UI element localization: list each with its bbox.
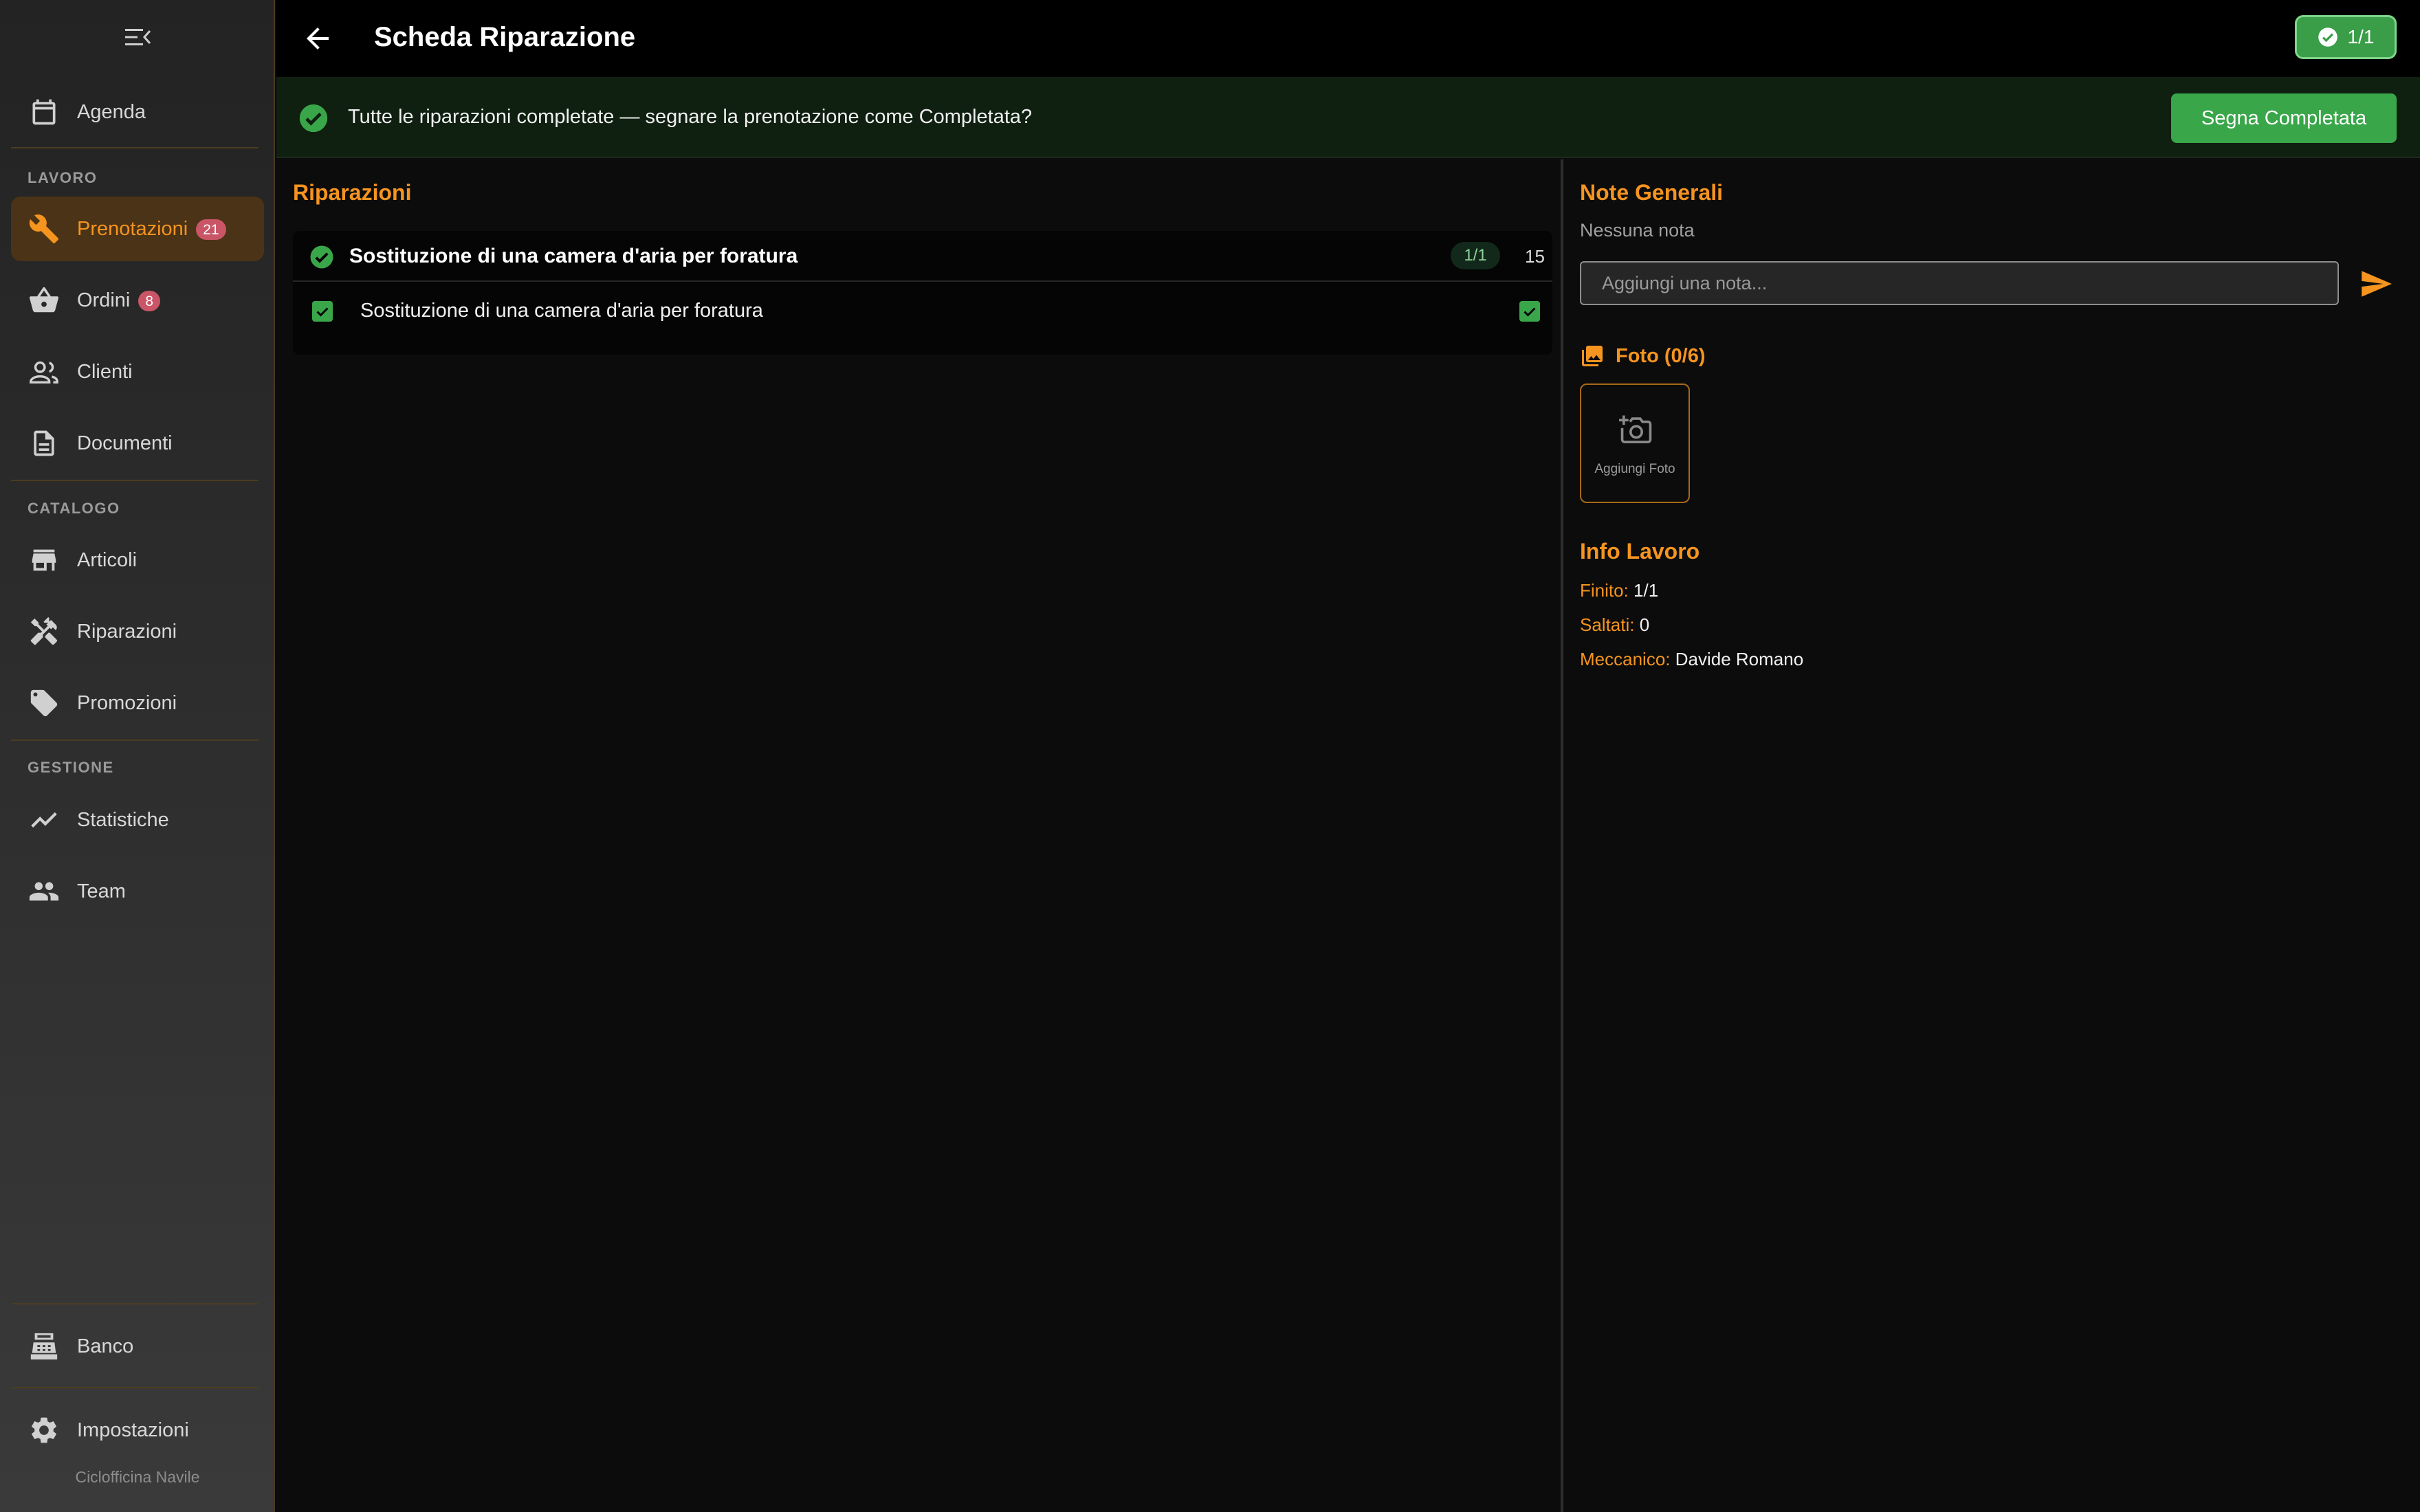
sidebar-item-riparazioni[interactable]: Riparazioni xyxy=(11,599,264,664)
info-label: Finito: xyxy=(1580,580,1629,601)
repair-group-card: Sostituzione di una camera d'aria per fo… xyxy=(293,231,1552,355)
check-circle-icon xyxy=(309,245,334,269)
sidebar-item-impostazioni[interactable]: Impostazioni xyxy=(11,1398,264,1463)
repair-group-name: Sostituzione di una camera d'aria per fo… xyxy=(349,245,798,267)
sidebar-item-label: Riparazioni xyxy=(77,620,177,643)
table-row: Sostituzione di una camera d'aria per fo… xyxy=(293,283,1552,340)
cash-register-icon xyxy=(26,1328,62,1364)
repair-item-checkbox[interactable] xyxy=(312,301,333,322)
note-input[interactable] xyxy=(1580,261,2339,305)
sidebar-divider xyxy=(11,1303,258,1304)
check-icon xyxy=(316,307,329,317)
status-chip[interactable]: 1/1 xyxy=(2295,15,2397,59)
document-icon xyxy=(26,425,62,461)
count-badge: 21 xyxy=(196,219,226,240)
info-label: Saltati: xyxy=(1580,614,1635,635)
info-finito: Finito: 1/1 xyxy=(1580,580,1658,601)
sidebar-item-agenda[interactable]: Agenda xyxy=(11,80,264,144)
sidebar-divider xyxy=(11,480,258,481)
info-label: Meccanico: xyxy=(1580,649,1671,669)
sidebar-item-label: Articoli xyxy=(77,548,138,571)
add-camera-icon xyxy=(1617,412,1656,447)
repairs-panel: Riparazioni Sostituzione di una camera d… xyxy=(276,159,1562,1512)
add-photo-button[interactable]: Aggiungi Foto xyxy=(1580,383,1690,503)
tag-icon xyxy=(26,685,62,721)
group-icon xyxy=(26,874,62,909)
sidebar-item-prenotazioni[interactable]: Prenotazioni 21 xyxy=(11,197,264,261)
repair-item-label: Sostituzione di una camera d'aria per fo… xyxy=(360,300,763,322)
sidebar-divider xyxy=(11,740,258,741)
arrow-left-icon[interactable] xyxy=(301,22,334,55)
sidebar-item-label: Prenotazioni xyxy=(77,217,188,240)
tools-icon xyxy=(26,614,62,649)
photo-library-icon xyxy=(1582,346,1603,366)
menu-collapse-icon[interactable] xyxy=(122,25,153,49)
sidebar-item-label: Clienti xyxy=(77,360,133,383)
sidebar-item-documenti[interactable]: Documenti xyxy=(11,411,264,476)
info-saltati: Saltati: 0 xyxy=(1580,614,1649,636)
sidebar-item-articoli[interactable]: Articoli xyxy=(11,528,264,592)
sidebar-item-label: Promozioni xyxy=(77,691,177,714)
repairs-heading: Riparazioni xyxy=(293,180,412,205)
repair-group-header[interactable]: Sostituzione di una camera d'aria per fo… xyxy=(293,231,1552,282)
repair-progress-pill: 1/1 xyxy=(1451,242,1500,269)
sidebar-divider xyxy=(11,1387,258,1388)
page-title: Scheda Riparazione xyxy=(374,22,636,52)
sidebar: Agenda LAVORO Prenotazioni21 Ordini8 C xyxy=(0,0,275,1512)
banner-message: Tutte le riparazioni completate — segnar… xyxy=(348,106,1033,128)
store-icon xyxy=(26,542,62,578)
send-icon[interactable] xyxy=(2358,267,2394,301)
section-title-gestione: GESTIONE xyxy=(28,759,114,776)
sidebar-item-label: Impostazioni xyxy=(77,1419,189,1441)
calendar-icon xyxy=(26,94,62,130)
sidebar-item-label: Documenti xyxy=(77,432,173,454)
check-icon xyxy=(1524,307,1536,317)
sidebar-item-label: Statistiche xyxy=(77,808,169,831)
status-chip-label: 1/1 xyxy=(2347,26,2375,47)
sidebar-item-ordini[interactable]: Ordini 8 xyxy=(11,268,264,333)
section-title-lavoro: LAVORO xyxy=(28,169,98,186)
info-value: 0 xyxy=(1639,614,1650,635)
info-meccanico: Meccanico: Davide Romano xyxy=(1580,649,1803,670)
notes-heading: Note Generali xyxy=(1580,180,1724,205)
sidebar-item-team[interactable]: Team xyxy=(11,859,264,924)
sidebar-item-statistiche[interactable]: Statistiche xyxy=(11,788,264,852)
sidebar-item-clienti[interactable]: Clienti xyxy=(11,340,264,404)
people-icon xyxy=(26,354,62,390)
info-heading: Info Lavoro xyxy=(1580,539,1700,564)
section-title-catalogo: CATALOGO xyxy=(28,500,120,517)
notes-empty-text: Nessuna nota xyxy=(1580,220,1695,241)
trending-up-icon xyxy=(26,802,62,838)
gear-icon xyxy=(26,1412,62,1448)
add-photo-label: Aggiungi Foto xyxy=(1594,462,1675,476)
sidebar-item-banco[interactable]: Banco xyxy=(11,1314,264,1379)
topbar: Scheda Riparazione 1/1 xyxy=(276,0,2420,77)
brand-name: Ciclofficina Navile xyxy=(75,1468,200,1486)
sidebar-item-label: Banco xyxy=(77,1335,134,1357)
wrench-icon xyxy=(26,211,62,247)
basket-icon xyxy=(26,282,62,318)
count-badge: 8 xyxy=(138,290,161,311)
sidebar-item-label: Ordini xyxy=(77,289,131,311)
photos-header: Foto (0/6) xyxy=(1580,344,1706,368)
check-circle-icon xyxy=(2318,27,2338,47)
details-panel: Note Generali Nessuna nota Foto (0/6) Ag… xyxy=(1563,159,2420,1512)
info-value: Davide Romano xyxy=(1675,649,1804,669)
mark-completed-button[interactable]: Segna Completata xyxy=(2171,93,2397,143)
info-value: 1/1 xyxy=(1634,580,1659,601)
app-root: Agenda LAVORO Prenotazioni21 Ordini8 C xyxy=(0,0,2420,1512)
repair-quantity: 15 xyxy=(1525,246,1545,267)
completion-banner: Tutte le riparazioni completate — segnar… xyxy=(276,77,2420,158)
photos-heading: Foto (0/6) xyxy=(1616,344,1706,367)
check-circle-icon xyxy=(298,103,329,133)
sidebar-item-label: Team xyxy=(77,880,126,902)
sidebar-item-label: Agenda xyxy=(77,100,146,123)
repair-item-done-checkbox[interactable] xyxy=(1519,301,1540,322)
sidebar-item-promozioni[interactable]: Promozioni xyxy=(11,671,264,735)
sidebar-divider xyxy=(11,147,258,148)
